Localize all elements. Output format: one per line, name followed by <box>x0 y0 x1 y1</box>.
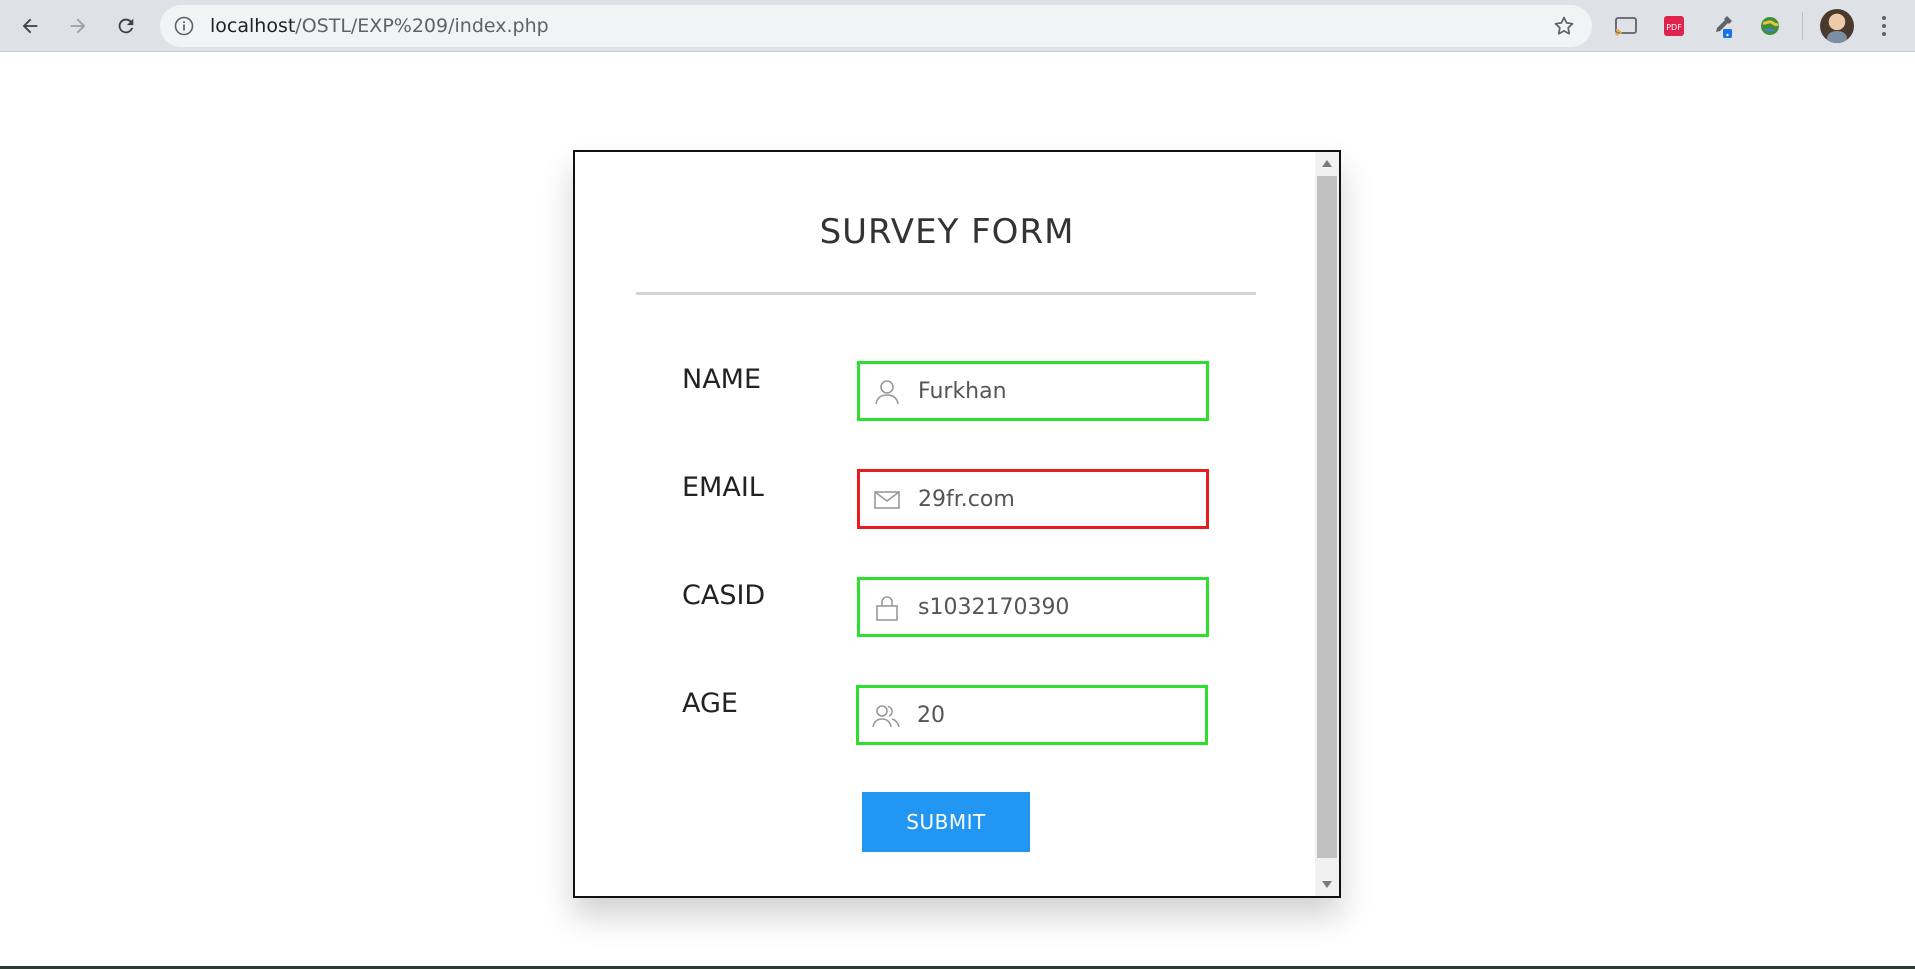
forward-button[interactable] <box>60 8 96 44</box>
lock-icon <box>872 593 902 623</box>
casid-label: CASID <box>682 580 766 611</box>
age-label: AGE <box>682 688 738 719</box>
casid-input[interactable] <box>918 580 1198 634</box>
form-title: SURVEY FORM <box>819 212 1075 252</box>
scrollbar[interactable] <box>1315 152 1339 896</box>
scroll-thumb[interactable] <box>1317 176 1337 858</box>
url-host: localhost <box>210 15 296 37</box>
scroll-down-icon[interactable] <box>1322 881 1332 888</box>
name-label: NAME <box>682 364 762 395</box>
pdf-icon[interactable]: PDF <box>1660 12 1688 40</box>
survey-form-card: SURVEY FORM NAME EMAIL CASID AGE SUBMIT <box>573 150 1341 898</box>
name-field <box>857 361 1209 421</box>
name-input[interactable] <box>918 364 1198 418</box>
users-icon <box>871 701 901 731</box>
url-path: /OSTL/EXP%209/index.php <box>295 15 549 37</box>
cast-icon[interactable] <box>1612 12 1640 40</box>
menu-dots-icon[interactable] <box>1872 10 1896 42</box>
address-bar[interactable]: localhost/OSTL/EXP%209/index.php <box>160 5 1592 47</box>
url-text: localhost/OSTL/EXP%209/index.php <box>210 5 549 47</box>
reload-icon <box>118 18 134 34</box>
email-field <box>857 469 1209 529</box>
email-input[interactable] <box>918 472 1198 526</box>
svg-text:PDF: PDF <box>1666 23 1682 32</box>
email-label: EMAIL <box>682 472 764 503</box>
back-button[interactable] <box>12 8 48 44</box>
bookmark-star-icon[interactable] <box>1552 14 1576 38</box>
arrow-right-icon <box>70 18 86 34</box>
globe-icon[interactable] <box>1756 12 1784 40</box>
casid-field <box>857 577 1209 637</box>
age-input[interactable] <box>917 688 1197 742</box>
user-icon <box>872 377 902 407</box>
scroll-up-icon[interactable] <box>1322 160 1332 167</box>
submit-button[interactable]: SUBMIT <box>862 792 1030 852</box>
arrow-left-icon <box>22 18 38 34</box>
title-divider <box>636 292 1256 295</box>
profile-avatar[interactable] <box>1820 9 1854 43</box>
browser-toolbar: localhost/OSTL/EXP%209/index.php PDF <box>0 0 1915 52</box>
info-icon[interactable] <box>174 16 194 36</box>
mail-icon <box>872 485 902 515</box>
reload-button[interactable] <box>108 8 144 44</box>
eyedropper-icon[interactable] <box>1708 12 1736 40</box>
toolbar-separator <box>1802 12 1803 40</box>
age-field <box>856 685 1208 745</box>
